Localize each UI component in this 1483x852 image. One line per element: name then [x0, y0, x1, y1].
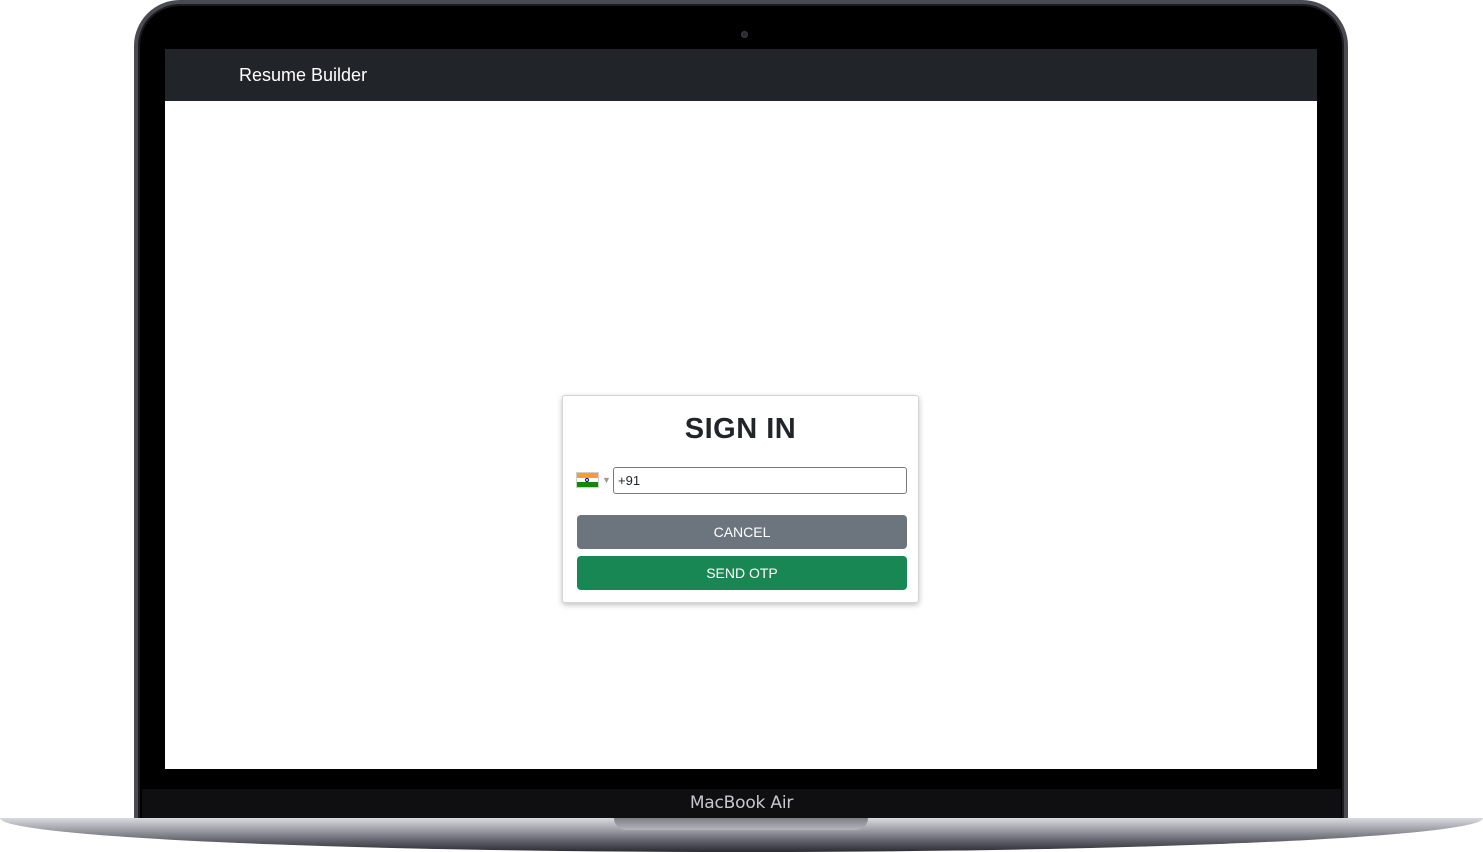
navbar-brand[interactable]: Resume Builder	[239, 64, 367, 86]
laptop-mockup: Resume Builder SIGN IN ▼ CANCEL SEND OTP…	[0, 0, 1483, 852]
signin-title: SIGN IN	[684, 413, 797, 445]
app-screen: Resume Builder SIGN IN ▼ CANCEL SEND OTP	[165, 49, 1317, 769]
send-otp-button[interactable]: SEND OTP	[577, 556, 907, 590]
camera-icon	[741, 31, 748, 38]
country-code-select[interactable]: ▼	[576, 472, 611, 488]
india-flag-icon	[576, 472, 599, 488]
cancel-button[interactable]: CANCEL	[577, 515, 907, 549]
signin-card: SIGN IN ▼ CANCEL SEND OTP	[562, 395, 919, 603]
navbar: Resume Builder	[165, 49, 1317, 101]
chevron-down-icon: ▼	[602, 475, 611, 485]
phone-number-input[interactable]	[613, 467, 907, 494]
device-brand-label: MacBook Air	[689, 793, 794, 813]
laptop-hinge-notch	[614, 818, 868, 830]
